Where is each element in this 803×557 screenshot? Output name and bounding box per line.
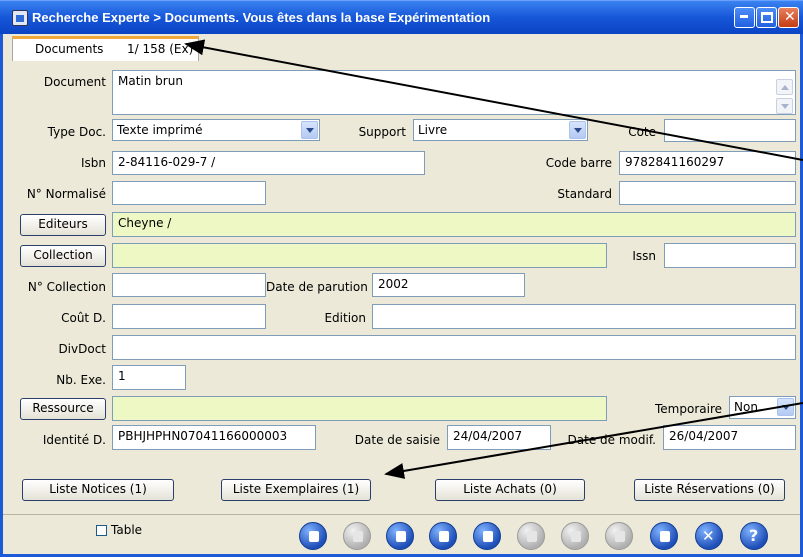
arrow-to-record-position bbox=[184, 39, 803, 161]
arrow-to-liste-exemplaires bbox=[384, 402, 803, 479]
annotation-arrows bbox=[184, 39, 803, 479]
